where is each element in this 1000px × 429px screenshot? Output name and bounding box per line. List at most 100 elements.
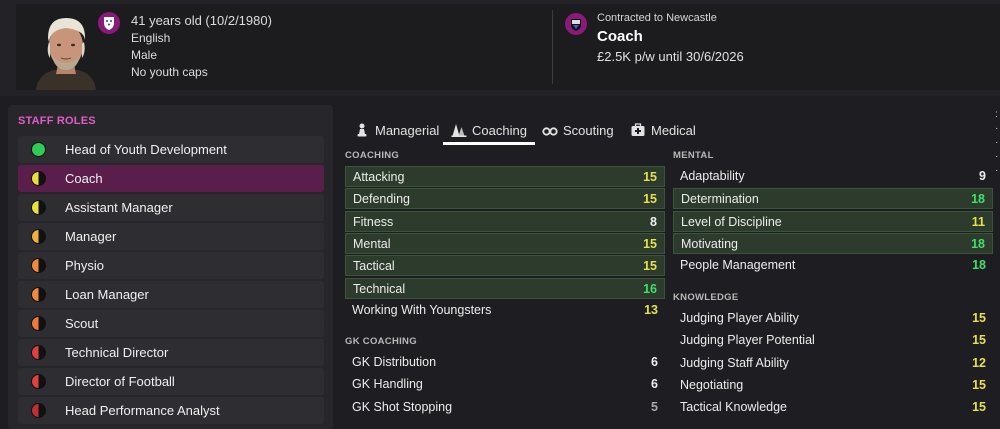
attribute-row[interactable]: GK Shot Stopping 5 bbox=[345, 397, 665, 418]
attribute-name: GK Handling bbox=[352, 377, 423, 392]
attribute-name: People Management bbox=[680, 258, 796, 273]
role-item[interactable]: Assistant Manager bbox=[18, 194, 324, 221]
attribute-name: Fitness bbox=[353, 214, 394, 229]
attribute-name: GK Distribution bbox=[352, 355, 437, 369]
tab-managerial[interactable]: Managerial bbox=[354, 116, 439, 144]
attribute-row[interactable]: Defending 15 bbox=[345, 188, 665, 210]
profile-card: 41 years old (10/2/1980) English Male No… bbox=[16, 4, 1000, 90]
attribute-row[interactable]: Judging Player Ability 15 bbox=[673, 308, 993, 329]
role-suitability-icon bbox=[31, 200, 46, 215]
attribute-value: 16 bbox=[643, 281, 657, 296]
role-item[interactable]: Loan Manager bbox=[18, 281, 324, 308]
role-label: Coach bbox=[65, 171, 103, 186]
section-title-gk-coaching: GK COACHING bbox=[345, 336, 417, 347]
tab-medical-label: Medical bbox=[651, 122, 696, 138]
role-suitability-icon bbox=[31, 258, 46, 273]
attribute-row[interactable]: GK Distribution 6 bbox=[345, 352, 665, 373]
role-suitability-icon bbox=[31, 374, 46, 389]
attribute-value: 9 bbox=[979, 169, 986, 183]
staff-roles-title: STAFF ROLES bbox=[18, 115, 96, 127]
attribute-row[interactable]: People Management 18 bbox=[673, 255, 993, 276]
attribute-row[interactable]: Fitness 8 bbox=[345, 210, 665, 232]
cones-icon bbox=[451, 124, 467, 137]
role-item[interactable]: Technical Director bbox=[18, 339, 324, 366]
role-item[interactable]: Head Performance Analyst bbox=[18, 397, 324, 424]
attribute-row[interactable]: Level of Discipline 11 bbox=[673, 210, 993, 232]
attribute-row[interactable]: Judging Player Potential 15 bbox=[673, 330, 993, 351]
attribute-value: 15 bbox=[972, 377, 986, 392]
job-title-text: Coach bbox=[597, 28, 643, 45]
role-label: Manager bbox=[65, 229, 117, 244]
attribute-name: Determination bbox=[681, 192, 759, 207]
role-suitability-icon bbox=[31, 142, 46, 157]
role-suitability-icon bbox=[31, 403, 46, 418]
header-divider bbox=[552, 10, 553, 84]
attribute-value: 8 bbox=[650, 214, 657, 229]
section-title-knowledge: KNOWLEDGE bbox=[673, 292, 739, 303]
role-suitability-icon bbox=[31, 229, 46, 244]
attribute-row[interactable]: Tactical Knowledge 15 bbox=[673, 397, 993, 418]
role-label: Technical Director bbox=[65, 345, 169, 360]
attribute-row[interactable]: Mental 15 bbox=[345, 232, 665, 254]
role-item[interactable]: Physio bbox=[18, 252, 324, 279]
role-suitability-icon bbox=[31, 171, 46, 186]
role-item[interactable]: Scout bbox=[18, 310, 324, 337]
shield-icon bbox=[104, 17, 114, 30]
staff-avatar[interactable] bbox=[28, 8, 104, 90]
role-suitability-icon bbox=[31, 345, 46, 360]
active-tab-indicator bbox=[443, 142, 535, 145]
attribute-value: 15 bbox=[972, 400, 986, 415]
attribute-name: Defending bbox=[353, 192, 410, 207]
attribute-row[interactable]: Judging Staff Ability 12 bbox=[673, 353, 993, 374]
role-item[interactable]: Head of Youth Development bbox=[18, 136, 324, 163]
attribute-name: Negotiating bbox=[680, 377, 744, 392]
role-label: Head Performance Analyst bbox=[65, 403, 220, 418]
role-item[interactable]: Director of Football bbox=[18, 368, 324, 395]
attribute-value: 18 bbox=[971, 236, 985, 251]
attribute-name: Mental bbox=[353, 236, 391, 251]
tab-coaching[interactable]: Coaching bbox=[451, 116, 527, 144]
role-label: Scout bbox=[65, 316, 99, 331]
england-crest-icon[interactable] bbox=[98, 12, 120, 34]
staff-roles-panel: STAFF ROLES Head of Youth Development Coa… bbox=[8, 105, 333, 429]
section-title-coaching: COACHING bbox=[345, 150, 400, 161]
attribute-value: 15 bbox=[643, 170, 657, 184]
attribute-row[interactable]: GK Handling 6 bbox=[345, 374, 665, 395]
attribute-value: 15 bbox=[643, 192, 657, 207]
attribute-row[interactable]: Technical 16 bbox=[345, 277, 665, 299]
attribute-row[interactable]: Working With Youngsters 13 bbox=[345, 300, 665, 321]
attribute-name: Tactical bbox=[353, 259, 395, 274]
tab-scouting[interactable]: Scouting bbox=[542, 116, 614, 144]
attribute-value: 6 bbox=[651, 355, 658, 369]
attribute-value: 12 bbox=[972, 355, 986, 370]
attribute-name: Attacking bbox=[353, 170, 405, 184]
attribute-row[interactable]: Adaptability 9 bbox=[673, 166, 993, 187]
attribute-row[interactable]: Negotiating 15 bbox=[673, 375, 993, 396]
binoculars-icon bbox=[542, 127, 558, 136]
attribute-row[interactable]: Determination 18 bbox=[673, 188, 993, 210]
attribute-value: 15 bbox=[643, 236, 657, 251]
attribute-value: 15 bbox=[643, 259, 657, 274]
contract-info: Contracted to Newcastle Coach £2.5K p/w … bbox=[597, 12, 744, 64]
nationality-text: English bbox=[131, 31, 171, 45]
tab-medical[interactable]: Medical bbox=[630, 116, 696, 144]
attribute-name: Tactical Knowledge bbox=[680, 400, 788, 415]
club-crest-icon[interactable] bbox=[565, 13, 587, 35]
wage-text: £2.5K p/w until 30/6/2026 bbox=[597, 49, 744, 64]
attribute-row[interactable]: Motivating 18 bbox=[673, 232, 993, 254]
attribute-value: 18 bbox=[972, 258, 986, 273]
attribute-name: Motivating bbox=[681, 236, 738, 251]
section-title-mental: MENTAL bbox=[673, 150, 714, 161]
attribute-row[interactable]: Tactical 15 bbox=[345, 255, 665, 277]
attribute-row[interactable]: Attacking 15 bbox=[345, 166, 665, 187]
role-item[interactable]: Coach bbox=[18, 165, 324, 192]
role-item[interactable]: Manager bbox=[18, 223, 324, 250]
attribute-name: Judging Player Potential bbox=[680, 333, 815, 348]
youth-caps-text: No youth caps bbox=[131, 65, 208, 79]
tab-scouting-label: Scouting bbox=[563, 122, 614, 138]
attribute-value: 6 bbox=[651, 377, 658, 392]
role-suitability-icon bbox=[31, 287, 46, 302]
contract-club-text[interactable]: Contracted to Newcastle bbox=[597, 12, 744, 24]
attribute-name: Judging Player Ability bbox=[680, 311, 799, 325]
role-label: Head of Youth Development bbox=[65, 142, 227, 157]
